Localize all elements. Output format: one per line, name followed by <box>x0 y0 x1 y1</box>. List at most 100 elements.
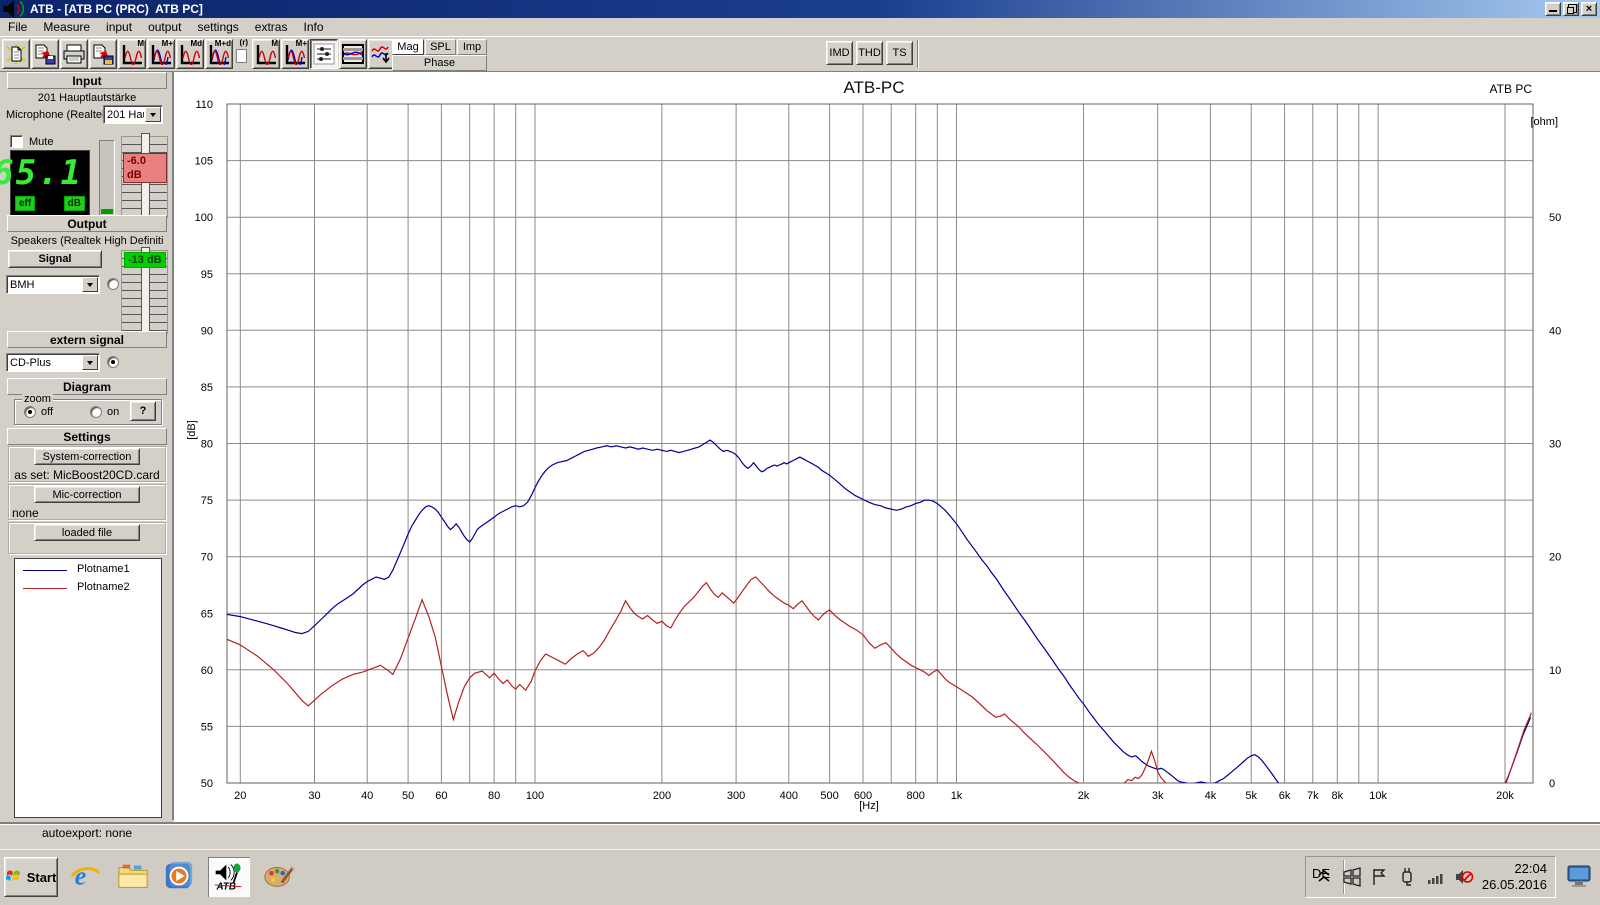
output-device-line: Speakers (Realtek High Definiti <box>10 235 164 247</box>
show-desktop-icon[interactable] <box>1566 864 1592 891</box>
restore-button[interactable] <box>1563 2 1579 16</box>
system-correction-button[interactable]: System-correction <box>34 448 140 465</box>
palette-icon <box>263 860 295 895</box>
thd-button[interactable]: THD <box>856 41 883 65</box>
db-badge: dB <box>63 196 85 211</box>
toolbar-button-new-document[interactable] <box>2 39 30 69</box>
atb-logo-icon <box>2 0 26 20</box>
x-tick-label: 20k <box>1496 790 1514 802</box>
toolbar-button-save-measurement[interactable] <box>31 39 59 69</box>
zoom-off-radio[interactable] <box>24 406 36 418</box>
x-tick-label: 300 <box>727 790 745 802</box>
y-left-tick-label: 75 <box>201 495 213 507</box>
status-bar: autoexport: none <box>0 822 1600 840</box>
level-value: 65.1 <box>0 153 83 193</box>
y-left-tick-label: 110 <box>195 99 213 111</box>
toolbar-button-measure-m-plus-index[interactable]: M+d <box>205 39 233 69</box>
signal-button[interactable]: Signal <box>8 250 102 268</box>
legend-item[interactable]: Plotname1 <box>15 563 161 577</box>
toolbar-button-mean-m[interactable]: M̅ <box>252 39 280 69</box>
new-document-icon <box>4 43 28 65</box>
y-right-tick-label: 30 <box>1549 439 1561 451</box>
help-button[interactable]: ? <box>130 401 156 421</box>
toolbar-button-diagram-settings[interactable] <box>339 39 367 69</box>
combo-arrow-icon[interactable] <box>82 277 98 292</box>
extern-signal-radio[interactable] <box>107 356 119 368</box>
system-tray: 22:04 26.05.2016 <box>1304 856 1556 898</box>
menu-extras[interactable]: extras <box>247 18 296 36</box>
menu-input[interactable]: input <box>98 18 140 36</box>
close-button[interactable]: × <box>1581 2 1597 16</box>
quicklaunch-file-explorer[interactable] <box>114 857 152 897</box>
mean-m-label: M̅ <box>271 39 278 48</box>
speaker-muted-icon[interactable] <box>1454 867 1474 887</box>
loaded-file-button[interactable]: loaded file <box>34 524 140 541</box>
start-button[interactable]: Start <box>4 857 58 897</box>
combo-arrow-icon[interactable] <box>145 107 161 122</box>
microphone-label: Microphone (Realtek <box>6 109 108 121</box>
input-source-combo[interactable]: 201 Haup <box>103 105 163 124</box>
signal-radio[interactable] <box>107 278 119 290</box>
window-title: ATB - [ATB PC (PRC) ATB PC] <box>30 2 203 16</box>
signal-combo[interactable]: BMH <box>6 275 100 294</box>
quicklaunch-internet-explorer[interactable]: e <box>66 857 104 897</box>
menu-output[interactable]: output <box>140 18 189 36</box>
quicklaunch-atb-app-active[interactable]: ATB <box>208 857 250 897</box>
phase-button[interactable]: Phase <box>392 55 487 71</box>
ts-button[interactable]: TS <box>886 41 913 65</box>
toolbar-button-save-image[interactable] <box>89 39 117 69</box>
x-tick-label: 1k <box>951 790 963 802</box>
internet-explorer-icon: e <box>69 860 101 895</box>
toolbar-button-mean-m-plus[interactable]: M̅+ <box>281 39 309 69</box>
mic-correction-button[interactable]: Mic-correction <box>34 486 140 503</box>
mute-checkbox[interactable] <box>10 135 23 148</box>
print-icon <box>62 43 86 65</box>
extern-signal-combo[interactable]: CD-Plus <box>6 353 100 372</box>
x-tick-label: 7k <box>1307 790 1319 802</box>
flag-icon[interactable] <box>1370 867 1390 887</box>
toolbar: M M+ Md M+d (r) M̅ M̅+ Mag SPL Imp Phase… <box>0 36 1600 72</box>
combo-arrow-icon[interactable] <box>82 355 98 370</box>
y-left-tick-label: 105 <box>195 156 213 168</box>
window-panes-icon[interactable] <box>1342 867 1362 887</box>
zoom-off-label: off <box>41 406 54 418</box>
toolbar-button-level-adjust[interactable] <box>310 39 338 69</box>
menu-info[interactable]: Info <box>295 18 331 36</box>
chart-area: ATB-PC ATB PC [ohm] [dB] [Hz] 110 105 100 9… <box>174 72 1600 822</box>
y-left-tick-label: 55 <box>201 721 213 733</box>
tab-mag[interactable]: Mag <box>392 39 424 55</box>
signal-combo-value: BMH <box>10 278 35 291</box>
system-correction-status: as set: MicBoost20CD.card <box>14 468 160 482</box>
tab-spl[interactable]: SPL <box>425 39 456 55</box>
plotname1-label: Plotname1 <box>77 563 130 575</box>
input-level-meter <box>99 140 115 216</box>
atb-app-icon: ATB <box>213 860 245 895</box>
input-gain-fader[interactable]: -6.0 dB <box>121 133 168 221</box>
x-tick-label: 5k <box>1245 790 1257 802</box>
toolbar-button-measure-m-index[interactable]: Md <box>176 39 204 69</box>
menu-file[interactable]: File <box>0 18 35 36</box>
windows-logo-icon <box>4 868 24 887</box>
y-right-tick-label: 10 <box>1549 665 1561 677</box>
quicklaunch-paint-palette[interactable] <box>260 857 298 897</box>
output-gain-fader[interactable]: -13 dB <box>121 247 168 337</box>
menu-measure[interactable]: Measure <box>35 18 98 36</box>
toolbar-button-measure-m[interactable]: M <box>118 39 146 69</box>
legend-item[interactable]: Plotname2 <box>15 581 161 595</box>
minimize-button[interactable] <box>1545 2 1561 16</box>
plug-icon[interactable] <box>1398 867 1418 887</box>
imd-button[interactable]: IMD <box>826 41 853 65</box>
toolbar-button-measure-m-plus[interactable]: M+ <box>147 39 175 69</box>
quicklaunch-media-player[interactable] <box>160 857 198 897</box>
svg-text:e: e <box>75 861 87 890</box>
x-tick-label: 200 <box>653 790 671 802</box>
signal-bars-icon[interactable] <box>1426 867 1446 887</box>
tab-imp[interactable]: Imp <box>457 39 487 55</box>
tray-clock[interactable]: 22:04 26.05.2016 <box>1482 861 1547 893</box>
zoom-on-radio[interactable] <box>90 406 102 418</box>
toolbar-button-r-toggle[interactable]: (r) <box>234 39 250 69</box>
chevron-up-icon[interactable] <box>1314 867 1334 887</box>
toolbar-button-print[interactable] <box>60 39 88 69</box>
save-measurement-icon <box>33 43 57 65</box>
menu-settings[interactable]: settings <box>189 18 246 36</box>
